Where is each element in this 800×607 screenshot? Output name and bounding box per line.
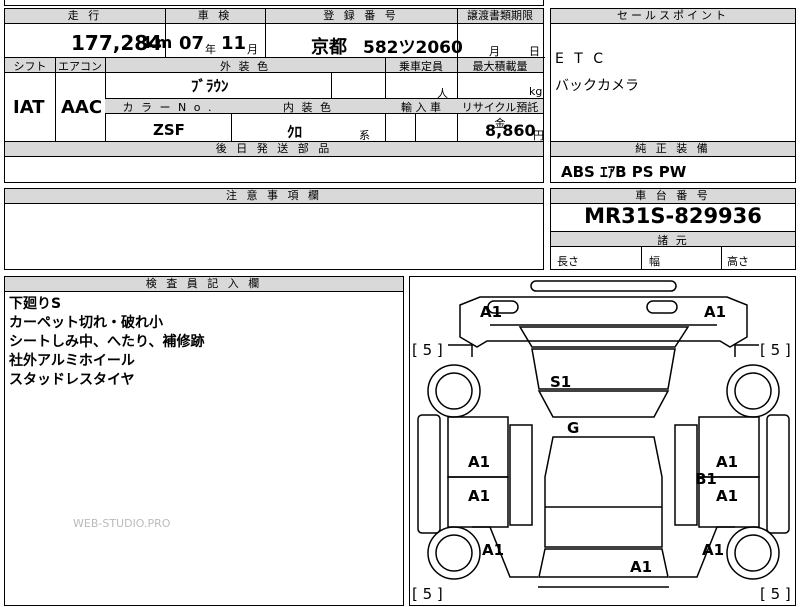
damage-mark: A1 xyxy=(716,453,738,471)
dimensions-header: 諸 元 xyxy=(657,234,689,247)
later-parts-header: 後 日 発 送 部 品 xyxy=(5,142,543,157)
color-no-value: ZSF xyxy=(153,121,185,139)
top-strip xyxy=(4,0,544,6)
registration-header: 登 録 番 号 xyxy=(265,9,457,24)
capacity-header: 乗車定員 xyxy=(399,60,443,73)
chassis-section: 車 台 番 号 MR31S-829936 諸 元 長さ 幅 高さ xyxy=(550,188,796,270)
watermark: WEB-STUDIO.PRO xyxy=(73,517,171,530)
damage-mark: A1 xyxy=(482,541,504,559)
later-parts-section: 後 日 発 送 部 品 xyxy=(4,141,544,183)
damage-mark: A1 xyxy=(716,487,738,505)
inspector-line: カーペット切れ・破れ小 xyxy=(9,315,163,331)
info-table: 走 行 車 検 登 録 番 号 譲渡書類期限 177,284 km 07 年 1… xyxy=(4,8,545,142)
damage-mark: A1 xyxy=(704,303,726,321)
tire-mark: [ 5 ] xyxy=(760,341,791,359)
dimension-width: 幅 xyxy=(649,255,660,268)
damage-mark: B1 xyxy=(695,470,717,488)
damage-mark: A1 xyxy=(468,487,490,505)
chassis-value: MR31S-829936 xyxy=(584,204,762,228)
ext-color-value: ﾌﾞﾗｳﾝ xyxy=(191,77,229,95)
registration-area: 京都 xyxy=(311,37,347,58)
damage-mark: A1 xyxy=(702,541,724,559)
inspection-year: 07 xyxy=(179,33,205,54)
damage-mark: G xyxy=(567,419,579,437)
sales-points-section: セールスポイント E T C バックカメラ xyxy=(550,8,796,142)
mileage-unit: km xyxy=(145,33,173,52)
int-color-value: ｸﾛ xyxy=(287,123,303,141)
mileage-header: 走 行 xyxy=(5,9,165,24)
car-diagram-svg: A1 A1 S1 G A1 A1 B1 A1 A1 A1 A1 A1 [ 5 ]… xyxy=(412,280,791,603)
sales-point-item: バックカメラ xyxy=(555,78,639,94)
inspection-month: 11 xyxy=(221,33,247,54)
registration-number: 582ツ2060 xyxy=(363,38,463,58)
aircon-value: AAC xyxy=(61,97,103,118)
inspection-year-unit: 年 xyxy=(205,43,216,56)
tire-mark: [ 5 ] xyxy=(412,585,443,603)
tire-mark: [ 5 ] xyxy=(412,341,443,359)
color-no-header: カ ラ ー N o . xyxy=(122,101,214,114)
recycle-value: 8,860 xyxy=(485,121,536,140)
inspector-notes: 下廻りS カーペット切れ・破れ小 シートしみ中、へたり、補修跡 社外アルミホイー… xyxy=(9,295,204,390)
tire-mark: [ 5 ] xyxy=(760,585,791,603)
damage-mark: A1 xyxy=(468,453,490,471)
inspector-line: スタッドレスタイヤ xyxy=(9,372,135,388)
inspector-line: 社外アルミホイール xyxy=(9,353,135,369)
inspector-header: 検 査 員 記 入 欄 xyxy=(5,277,403,292)
standard-equip-header: 純 正 装 備 xyxy=(551,142,795,157)
chassis-header: 車 台 番 号 xyxy=(551,189,795,204)
standard-equip-value: ABS ｴｱB PS PW xyxy=(561,163,687,181)
aircon-header: エアコン xyxy=(58,60,102,73)
inspection-header: 車 検 xyxy=(165,9,265,24)
inspector-line: シートしみ中、へたり、補修跡 xyxy=(9,334,205,350)
sales-point-item: E T C xyxy=(555,51,607,67)
shift-header: シフト xyxy=(13,60,47,73)
damage-mark: S1 xyxy=(550,373,571,391)
damage-mark: A1 xyxy=(480,303,502,321)
dimension-height: 高さ xyxy=(727,255,749,268)
int-color-header: 内 装 色 xyxy=(283,101,333,114)
inspection-month-unit: 月 xyxy=(247,43,258,56)
transfer-header: 譲渡書類期限 xyxy=(457,9,543,24)
inspector-line: 下廻りS xyxy=(9,296,62,312)
notes-header: 注 意 事 項 欄 xyxy=(5,189,543,204)
inspector-section: 検 査 員 記 入 欄 下廻りS カーペット切れ・破れ小 シートしみ中、へたり、… xyxy=(4,276,404,606)
notes-section: 注 意 事 項 欄 xyxy=(4,188,544,270)
import-header: 輸 入 車 xyxy=(401,101,441,114)
shift-value: IAT xyxy=(13,97,45,118)
max-load-header: 最大積載量 xyxy=(472,60,528,73)
ext-color-header: 外 装 色 xyxy=(220,60,270,73)
standard-equip-section: 純 正 装 備 ABS ｴｱB PS PW xyxy=(550,141,796,183)
max-load-unit: kg xyxy=(529,85,543,98)
damage-mark: A1 xyxy=(630,558,652,576)
car-diagram: A1 A1 S1 G A1 A1 B1 A1 A1 A1 A1 A1 [ 5 ]… xyxy=(409,276,796,606)
dimension-length: 長さ xyxy=(557,255,579,268)
sales-points-header: セールスポイント xyxy=(551,9,795,24)
